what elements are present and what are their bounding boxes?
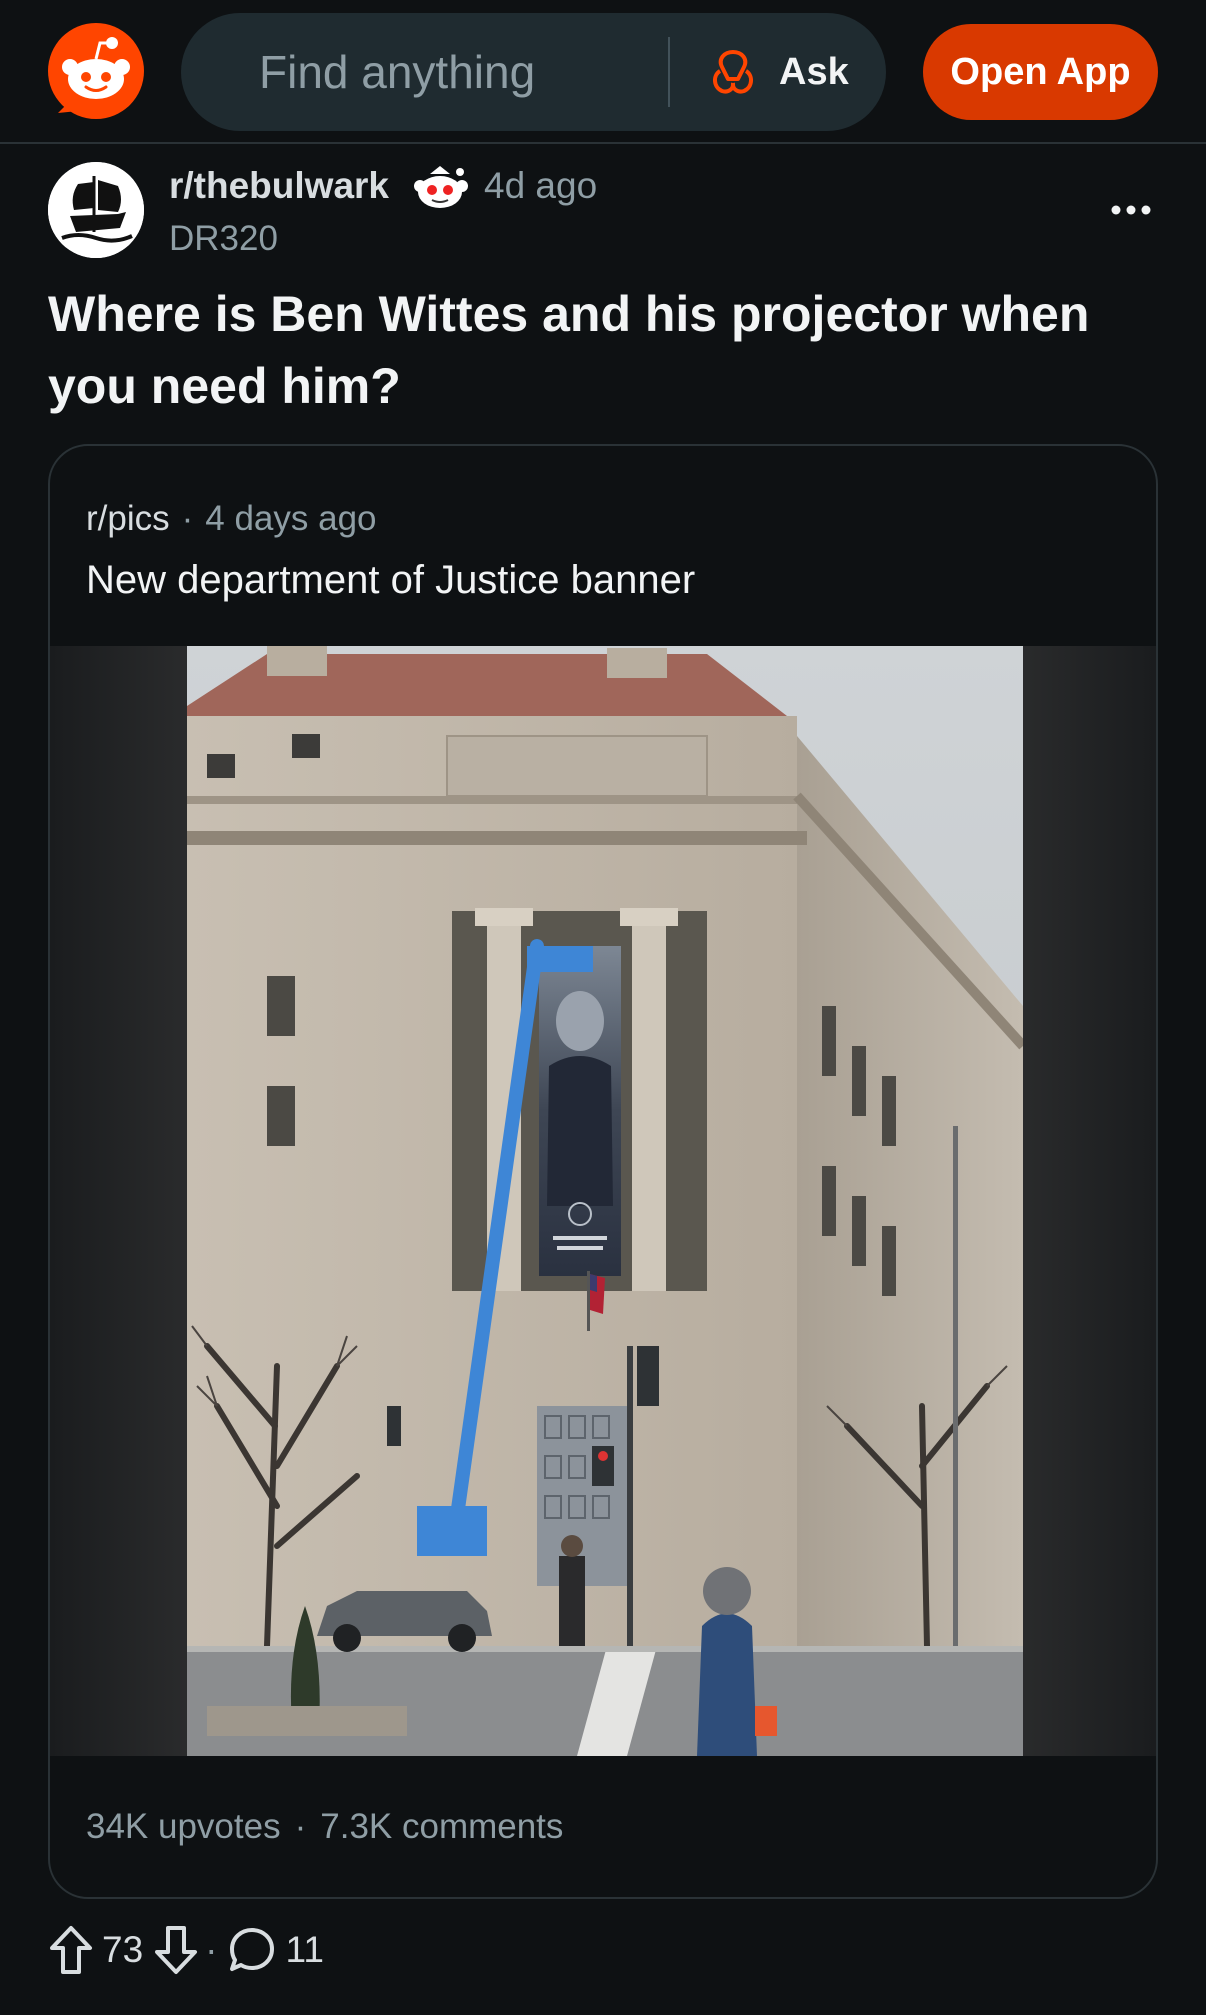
search-input[interactable]: Find anything [259,13,535,131]
post-author[interactable]: DR320 [169,214,278,264]
crosspost-timestamp: 4 days ago [205,499,377,538]
avatar-flair-icon [410,164,472,214]
subreddit-name[interactable]: r/thebulwark [169,160,389,212]
reddit-logo-icon[interactable] [48,23,144,119]
media-blur-left [50,646,187,1756]
vote-count: 73 [102,1929,144,1970]
stats-separator: · [294,1807,307,1846]
more-options-icon[interactable] [1108,190,1154,230]
meta-separator: · [181,499,194,538]
crosspost-comments[interactable]: 7.3K comments [320,1807,563,1846]
comment-count[interactable]: 11 [285,1929,323,1971]
search-bar[interactable]: Find anything Ask [181,13,886,131]
search-divider [668,37,670,107]
crosspost-title[interactable]: New department of Justice banner [86,552,695,608]
post-title[interactable]: Where is Ben Wittes and his projector wh… [48,278,1148,422]
post-timestamp: 4d ago [484,165,598,206]
crosspost-stats: 34K upvotes · 7.3K comments [86,1802,563,1852]
reddit-answers-icon[interactable] [708,47,758,97]
crosspost-subreddit[interactable]: r/pics [86,499,170,538]
downvote-icon[interactable] [153,1924,199,1976]
ask-button[interactable]: Ask [779,13,849,131]
media-blur-right [1019,646,1156,1756]
open-app-button[interactable]: Open App [923,24,1158,120]
subreddit-avatar[interactable] [48,162,144,258]
pirate-ship-icon [48,162,144,258]
crosspost-meta: r/pics · 4 days ago [86,494,377,544]
post-image[interactable] [187,646,1023,1756]
upvote-icon[interactable] [48,1924,94,1976]
post-media[interactable] [50,646,1156,1756]
crosspost-card[interactable]: r/pics · 4 days ago New department of Just… [48,444,1158,1899]
action-separator: · [205,1929,218,1970]
top-bar: Find anything Ask Open App [0,0,1206,144]
post-action-bar: 73 · 11 [48,1920,334,1980]
crosspost-upvotes: 34K upvotes [86,1807,281,1846]
comment-icon[interactable] [227,1925,277,1975]
